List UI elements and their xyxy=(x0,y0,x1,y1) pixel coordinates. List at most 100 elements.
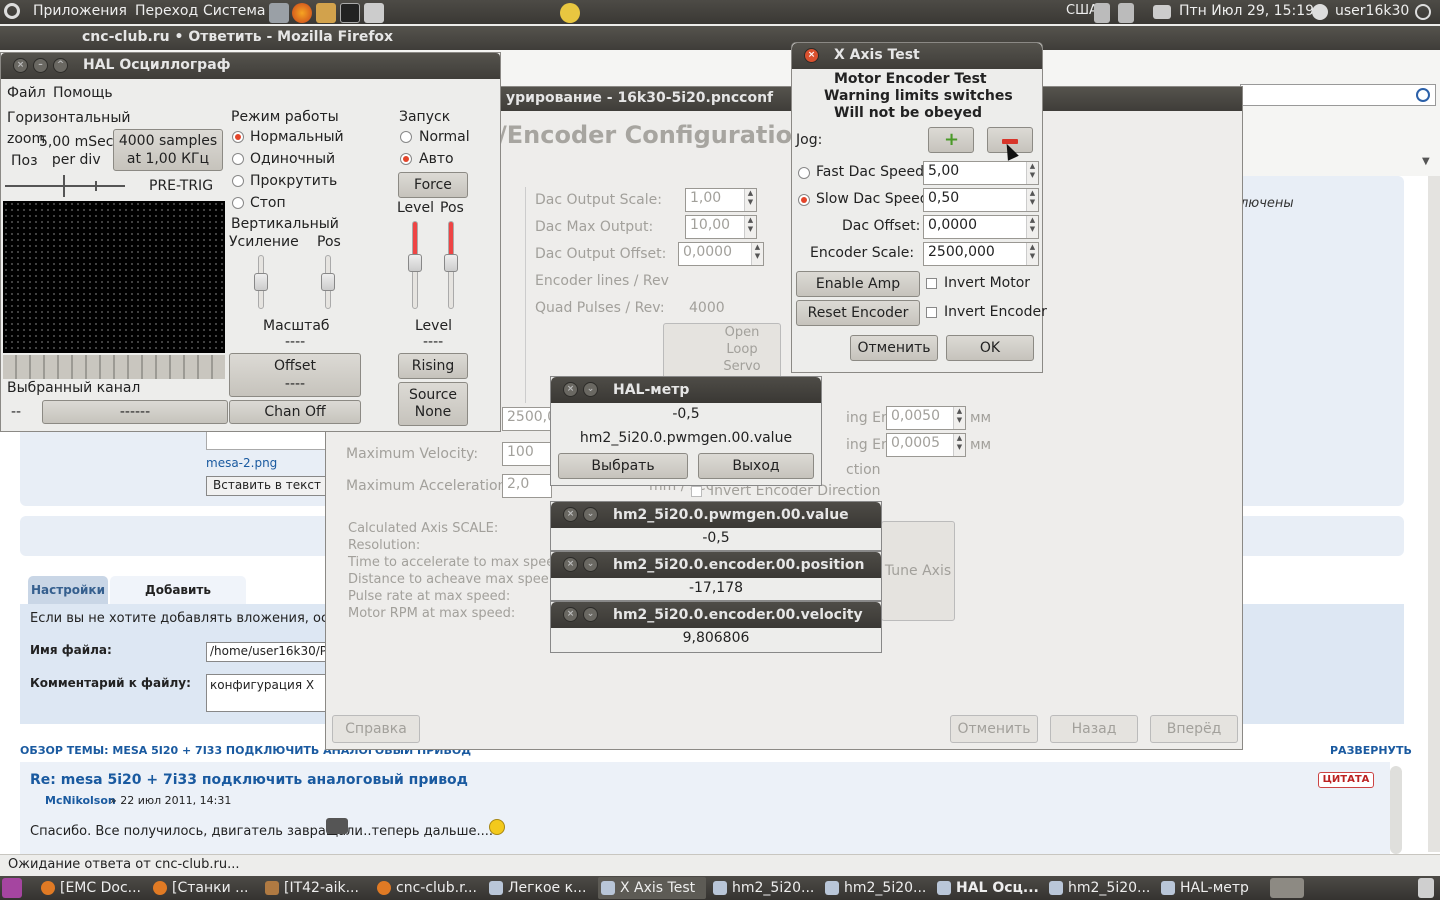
invert-encoder-direction-checkbox[interactable] xyxy=(691,486,702,497)
taskbar-item[interactable]: HAL Осц... xyxy=(934,877,1042,899)
close-icon[interactable]: × xyxy=(804,48,819,63)
samples-button[interactable]: 4000 samples at 1,00 КГц xyxy=(113,129,223,171)
attachment-link[interactable]: mesa-2.png xyxy=(206,456,277,470)
slow-dac-input[interactable]: 0,50 ▲ ▼ xyxy=(923,188,1039,212)
close-icon[interactable]: × xyxy=(13,58,28,73)
open-loop-servo-button[interactable]: Open Loop Servo xyxy=(663,323,781,379)
run-auto-radio[interactable] xyxy=(400,153,412,165)
trigger-marker[interactable] xyxy=(63,175,65,197)
post-author[interactable]: McNikolson xyxy=(45,794,116,807)
screenshot-icon[interactable] xyxy=(364,3,384,23)
page-scrollbar[interactable] xyxy=(1428,176,1440,852)
taskbar-item[interactable]: hm2_5i20... xyxy=(1046,877,1154,899)
minimize-icon[interactable]: ⌄ xyxy=(583,382,598,397)
menu-applications[interactable]: Приложения xyxy=(33,3,127,19)
help-button[interactable]: Справка xyxy=(332,715,420,743)
comment-input[interactable]: конфигурация X xyxy=(206,674,326,712)
trig-level-thumb[interactable] xyxy=(408,254,422,272)
chan-off-button[interactable]: Chan Off xyxy=(229,400,361,424)
ubuntu-logo-icon[interactable] xyxy=(4,3,20,19)
minimize-icon[interactable]: – xyxy=(33,58,48,73)
slow-dac-radio[interactable] xyxy=(798,194,810,206)
menu-places[interactable]: Переход xyxy=(135,3,198,19)
channel-name-button[interactable]: ------ xyxy=(42,400,228,424)
run-normal-radio[interactable] xyxy=(400,131,412,143)
ferr2-input[interactable]: 0,0005 ▲ ▼ xyxy=(886,433,966,457)
scope-display[interactable] xyxy=(3,201,225,353)
mode-scroll-radio[interactable] xyxy=(232,175,244,187)
taskbar-item[interactable]: [Станки ... xyxy=(150,877,258,899)
offset-button[interactable]: Offset ---- xyxy=(229,353,361,397)
taskbar-item[interactable]: [EMC Doc... xyxy=(38,877,146,899)
user-name[interactable]: user16k30 xyxy=(1335,3,1409,19)
invert-encoder-checkbox[interactable] xyxy=(926,307,937,318)
file-input[interactable]: /home/user16k30/Pa xyxy=(206,642,326,662)
axis-ok-button[interactable]: OK xyxy=(946,335,1034,361)
max-velocity-input[interactable]: 100 xyxy=(502,442,552,466)
menu-file[interactable]: Файл xyxy=(7,85,46,101)
close-icon[interactable]: × xyxy=(563,557,578,572)
quote-button[interactable]: ЦИТАТА xyxy=(1318,772,1374,788)
trash-icon[interactable] xyxy=(1418,878,1434,898)
maximize-icon[interactable]: ^ xyxy=(53,58,68,73)
taskbar-item[interactable]: hm2_5i20... xyxy=(710,877,818,899)
dac-scale-input[interactable]: 1,00 ▲ ▼ xyxy=(685,188,757,212)
trigger-slider[interactable] xyxy=(5,185,125,187)
spin-arrows-icon[interactable]: ▲ ▼ xyxy=(1026,162,1038,184)
max-acc-input[interactable]: 2,0 xyxy=(502,474,552,498)
spin-arrows-icon[interactable]: ▲ ▼ xyxy=(1026,189,1038,211)
gimp-icon[interactable] xyxy=(316,3,336,23)
reset-encoder-button[interactable]: Reset Encoder xyxy=(796,300,920,326)
trig-pos-thumb[interactable] xyxy=(444,254,458,272)
taskbar-item[interactable]: HAL-метр xyxy=(1158,877,1266,899)
trigger-marker-2[interactable] xyxy=(95,181,97,191)
vpos-slider-thumb[interactable] xyxy=(321,273,335,291)
power-icon[interactable] xyxy=(1415,4,1431,20)
emc-tray-icon[interactable] xyxy=(560,3,580,23)
force-button[interactable]: Force xyxy=(398,172,468,198)
jog-plus-button[interactable]: + xyxy=(928,127,974,153)
volume-icon[interactable] xyxy=(1118,3,1134,23)
spin-arrows-icon[interactable]: ▲ ▼ xyxy=(744,216,756,238)
terminal-icon[interactable] xyxy=(340,3,360,23)
meter-exit-button[interactable]: Выход xyxy=(698,453,814,479)
close-icon[interactable]: × xyxy=(563,382,578,397)
invert-motor-checkbox[interactable] xyxy=(926,278,937,289)
mode-single-radio[interactable] xyxy=(232,153,244,165)
gain-slider[interactable] xyxy=(254,255,268,309)
post-scrollbar[interactable] xyxy=(1390,766,1402,854)
spin-arrows-icon[interactable]: ▲ ▼ xyxy=(1026,216,1038,238)
mail-icon[interactable] xyxy=(1153,5,1171,19)
menu-help[interactable]: Помощь xyxy=(53,85,113,101)
gain-slider-thumb[interactable] xyxy=(254,273,268,291)
network-icon[interactable] xyxy=(1094,3,1110,23)
close-icon[interactable]: × xyxy=(563,507,578,522)
menu-system[interactable]: Система xyxy=(203,3,265,19)
axis-cancel-button[interactable]: Отменить xyxy=(850,335,938,361)
enable-amp-button[interactable]: Enable Amp xyxy=(796,271,920,297)
scale-input[interactable]: 2500,0 xyxy=(502,407,552,431)
dac-offset-input[interactable]: 0,0000 ▲ ▼ xyxy=(678,242,764,266)
encoder-scale-input[interactable]: 2500,000 ▲ ▼ xyxy=(923,242,1039,266)
insert-button[interactable]: Вставить в текст со xyxy=(206,476,326,496)
ferr1-input[interactable]: 0,0050 ▲ ▼ xyxy=(886,406,966,430)
trig-pos-slider[interactable] xyxy=(444,221,458,309)
tune-axis-button[interactable]: Tune Axis xyxy=(881,521,955,621)
calculator-icon[interactable] xyxy=(269,3,289,23)
back-button[interactable]: Назад xyxy=(1050,715,1138,743)
minimize-icon[interactable]: ⌄ xyxy=(583,557,598,572)
minimize-icon[interactable]: ⌄ xyxy=(583,507,598,522)
user-status-icon[interactable] xyxy=(1312,4,1328,20)
rising-button[interactable]: Rising xyxy=(398,353,468,379)
tab-attachments[interactable]: Добавить вложения xyxy=(110,576,246,625)
dac-max-input[interactable]: 10,00 ▲ ▼ xyxy=(685,215,757,239)
mode-normal-radio[interactable] xyxy=(232,131,244,143)
taskbar-item-active[interactable]: X Axis Test xyxy=(598,877,706,899)
cancel-button[interactable]: Отменить xyxy=(950,715,1038,743)
close-icon[interactable]: × xyxy=(563,607,578,622)
spin-arrows-icon[interactable]: ▲ ▼ xyxy=(744,189,756,211)
taskbar-item[interactable]: cnc-club.r... xyxy=(374,877,482,899)
taskbar-item[interactable]: Легкое к... xyxy=(486,877,594,899)
search-bar[interactable] xyxy=(1240,84,1436,106)
chevron-down-icon[interactable]: ▼ xyxy=(1422,156,1430,167)
